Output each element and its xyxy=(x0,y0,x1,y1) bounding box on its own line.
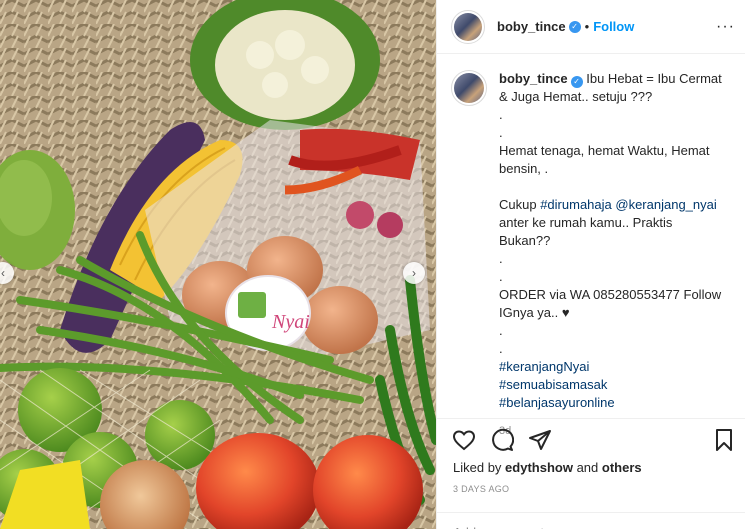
likes-summary: Liked by edythshow and others xyxy=(453,460,642,475)
hashtag-link[interactable]: #belanjasayuronline xyxy=(499,394,727,412)
share-icon xyxy=(529,429,551,450)
hashtag-link[interactable]: #keranjangNyai xyxy=(499,358,727,376)
add-comment-input[interactable]: Add a comment... xyxy=(437,512,745,529)
header-username[interactable]: boby_tince xyxy=(497,19,566,34)
header-separator: • xyxy=(584,19,590,34)
caption-dot: . xyxy=(499,107,503,122)
caption-line-4: bensin, . xyxy=(499,161,549,176)
caption-line-1: Ibu Hebat = Ibu Cermat xyxy=(586,71,722,86)
caption-line-6: anter ke rumah kamu.. Praktis Bukan?? xyxy=(499,215,673,248)
comment-icon xyxy=(492,428,514,451)
action-bar xyxy=(437,418,745,460)
sticker-logo-text: Nyai xyxy=(271,311,310,333)
caption-text: boby_tince ✓ Ibu Hebat = Ibu Cermat & Jug… xyxy=(499,70,727,440)
hashtag-link[interactable]: #semuabisamasak xyxy=(499,376,727,394)
caption-line-3: Hemat tenaga, hemat Waktu, Hemat xyxy=(499,143,710,158)
mention-link[interactable]: @keranjang_nyai xyxy=(615,197,716,212)
bookmark-icon xyxy=(716,428,732,451)
avatar[interactable] xyxy=(451,9,485,44)
caption-dot: . xyxy=(499,341,503,356)
chevron-right-icon: › xyxy=(412,266,416,280)
save-button[interactable] xyxy=(711,427,737,453)
caption-line-5-prefix: Cukup xyxy=(499,197,541,212)
caption-username[interactable]: boby_tince xyxy=(499,71,568,86)
caption-dot: . xyxy=(499,251,503,266)
liked-by-user-link[interactable]: edythshow xyxy=(505,460,573,475)
caption-avatar[interactable] xyxy=(451,70,487,106)
more-options-icon[interactable]: ··· xyxy=(716,18,735,36)
caption-dot: . xyxy=(499,269,503,284)
post-header: boby_tince ✓ • Follow ··· xyxy=(437,0,745,54)
follow-button[interactable]: Follow xyxy=(593,19,634,34)
caption-dot: . xyxy=(499,323,503,338)
caption-dot: . xyxy=(499,125,503,140)
post-side-panel: boby_tince ✓ • Follow ··· boby_tince ✓ Ib… xyxy=(436,0,745,529)
hashtag-link[interactable]: #dirumahaja xyxy=(540,197,612,212)
caption-line-2: & Juga Hemat.. setuju ??? xyxy=(499,89,653,104)
caption-block: boby_tince ✓ Ibu Hebat = Ibu Cermat & Jug… xyxy=(451,70,735,440)
caption-verified-icon: ✓ xyxy=(570,76,583,88)
chevron-left-icon: ‹ xyxy=(1,266,5,280)
comment-button[interactable] xyxy=(489,427,515,453)
carousel-next-button[interactable]: › xyxy=(403,262,425,284)
share-button[interactable] xyxy=(527,427,553,453)
post-timestamp[interactable]: 3 DAYS AGO xyxy=(453,484,509,494)
vegetable-basket-image: Nyai xyxy=(0,0,436,529)
likes-others-link[interactable]: others xyxy=(602,460,642,475)
verified-badge-icon: ✓ xyxy=(568,20,581,33)
caption-line-8: IGnya ya.. ♥ xyxy=(499,305,570,320)
heart-icon xyxy=(452,429,476,450)
caption-line-7: ORDER via WA 085280553477 Follow xyxy=(499,287,722,302)
like-button[interactable] xyxy=(451,427,477,453)
post-photo[interactable]: Nyai ‹ › xyxy=(0,0,436,529)
